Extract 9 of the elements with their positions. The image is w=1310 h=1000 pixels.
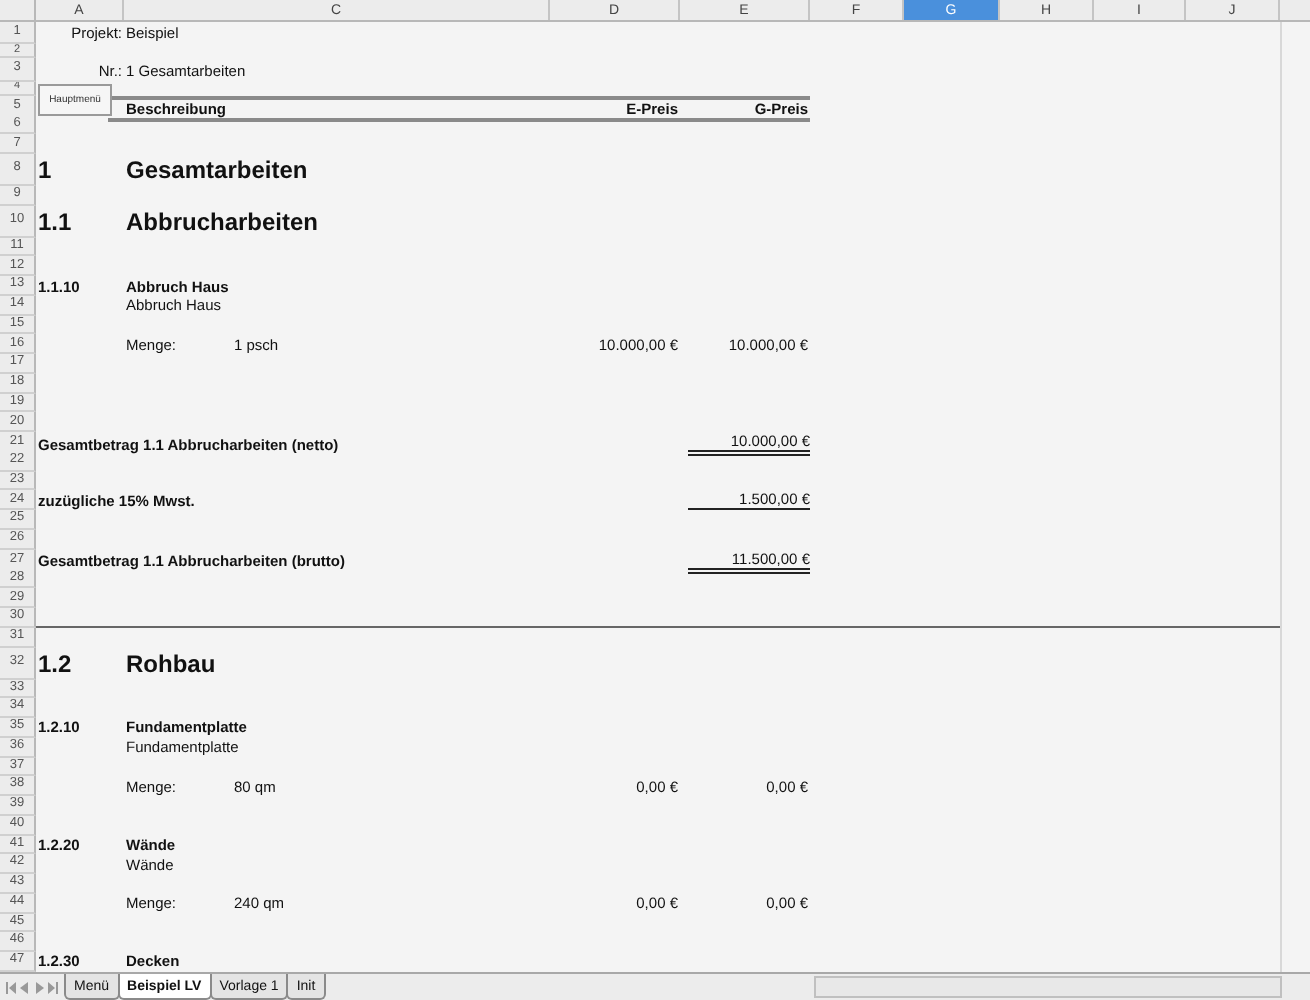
cell-text: Abbrucharbeiten [126, 207, 319, 236]
cell-text: Gesamtarbeiten [126, 156, 308, 185]
scroll-arrow-icon[interactable] [48, 981, 58, 993]
cell-text: 1.1 [38, 207, 72, 236]
horizontal-scrollbar[interactable] [814, 976, 1282, 998]
cell-text: 1.2 [38, 649, 72, 678]
cell-text: 1 [38, 156, 52, 185]
scroll-arrow-icon[interactable] [6, 981, 16, 993]
cell-text: Rohbau [126, 649, 216, 678]
